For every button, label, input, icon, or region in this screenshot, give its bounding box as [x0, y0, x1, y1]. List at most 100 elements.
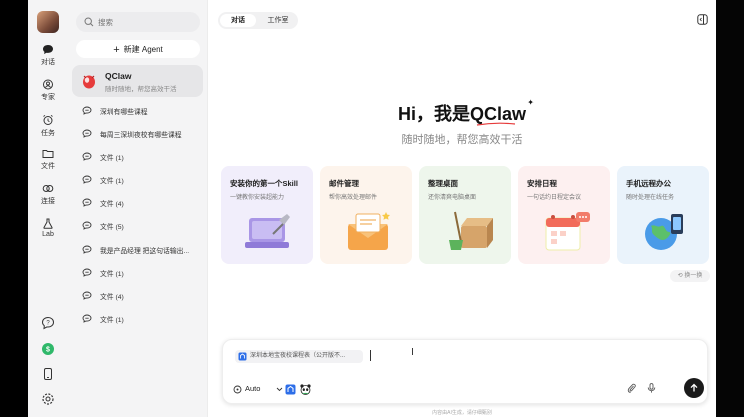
plus-icon: + — [113, 44, 120, 56]
rail-item-connect[interactable]: 连接 — [28, 183, 68, 206]
panda-icon[interactable] — [300, 384, 312, 395]
doc-link-icon — [238, 352, 247, 361]
qclaw-logo-icon — [83, 75, 95, 89]
doc-link-icon[interactable] — [285, 384, 296, 395]
send-button[interactable] — [684, 378, 704, 398]
mouse-ibeam-cursor: Ⅰ — [411, 347, 414, 358]
conversation-item[interactable]: 文件 (5) — [82, 219, 200, 233]
conversation-item[interactable]: 文件 (1) — [82, 173, 200, 187]
message-composer[interactable]: 深圳本地宝夜校课程表（公开版不... Ⅰ Auto — [222, 339, 708, 404]
card-illustration-icon — [645, 214, 683, 250]
conversation-title: 我是产品经理 把这句话输出... — [100, 248, 190, 255]
ai-disclaimer: 内容由AI生成，请仔细甄别 — [432, 410, 492, 416]
rail-item-lab[interactable]: Lab — [28, 218, 68, 238]
rail-item-expert[interactable]: 专家 — [28, 79, 68, 102]
tab-chat[interactable]: 对话 — [220, 14, 256, 27]
conversation-title: 文件 (1) — [100, 155, 124, 162]
chat-bubble-icon — [82, 221, 92, 230]
chat-icon — [43, 45, 53, 54]
refresh-label: 换一换 — [684, 273, 703, 279]
attachment-chip[interactable]: 深圳本地宝夜校课程表（公开版不... — [235, 350, 363, 363]
sparkle-icon: ✦ — [527, 98, 534, 107]
conversation-item[interactable]: 文件 (1) — [82, 312, 200, 326]
rail-item-tasks[interactable]: 任务 — [28, 114, 68, 138]
conversation-title: 文件 (1) — [100, 271, 124, 278]
chat-bubble-icon — [82, 129, 92, 138]
card-title: 手机远程办公 — [626, 179, 671, 188]
hero-title: Hi，我是QClaw ✦ — [208, 98, 716, 126]
conversation-item[interactable]: 文件 (1) — [82, 266, 200, 280]
mode-tabs: 对话 工作室 — [218, 12, 298, 29]
hero-subtitle: 随时随地，帮您高效干活 — [401, 134, 523, 146]
microphone-icon[interactable] — [647, 383, 656, 393]
conversation-item[interactable]: 深圳有哪些课程 — [82, 104, 200, 118]
panel-toggle-icon[interactable] — [697, 14, 708, 25]
rail-item-chat[interactable]: 对话 — [28, 44, 68, 67]
brand-underline-icon — [476, 122, 516, 126]
agent-name: QClaw — [105, 71, 132, 81]
card-illustration-icon — [545, 212, 590, 251]
svg-text:$: $ — [46, 347, 50, 354]
rail-label-expert: 专家 — [41, 94, 55, 101]
chat-bubble-icon — [82, 175, 92, 184]
search-input[interactable] — [98, 15, 194, 29]
conversation-item[interactable]: 文件 (4) — [82, 289, 200, 303]
rail-label-connect: 连接 — [41, 198, 55, 205]
card-desc: 帮你高效处理邮件 — [329, 195, 378, 201]
conversation-title: 文件 (5) — [100, 224, 124, 231]
chat-bubble-icon — [82, 245, 92, 254]
card-desc: 一句话约日程定会议 — [527, 195, 582, 201]
quick-card[interactable]: 安排日程一句话约日程定会议 — [518, 166, 610, 264]
model-label: Auto — [245, 384, 261, 393]
settings-icon[interactable] — [41, 392, 55, 406]
chat-bubble-icon — [82, 106, 92, 115]
conversation-item[interactable]: 文件 (1) — [82, 150, 200, 164]
hero-prefix: Hi，我是 — [397, 104, 470, 124]
link-icon — [42, 185, 54, 192]
conversation-title: 每周三深圳夜校有哪些课程 — [100, 132, 182, 139]
rail-label-lab: Lab — [42, 231, 54, 238]
card-illustration-icon — [245, 214, 290, 248]
chat-bubble-icon — [82, 268, 92, 277]
card-title: 邮件管理 — [329, 179, 359, 188]
conversation-item[interactable]: 我是产品经理 把这句话输出... — [82, 243, 200, 257]
card-desc: 随时处理在线任务 — [626, 195, 675, 201]
attachment-name: 深圳本地宝夜校课程表（公开版不... — [250, 353, 346, 359]
quick-card[interactable]: 安装你的第一个Skill 一键教你安装超能力 — [221, 166, 313, 264]
phone-icon[interactable] — [41, 367, 55, 381]
arrow-up-icon — [690, 383, 698, 392]
quick-card[interactable]: 整理桌面 还你清爽电脑桌面 — [419, 166, 511, 264]
tab-studio[interactable]: 工作室 — [260, 14, 296, 27]
agent-item-qclaw[interactable]: QClaw 随时随地，帮您高效干活 — [72, 65, 203, 97]
rail-item-files[interactable]: 文件 — [28, 148, 68, 171]
text-caret — [370, 350, 371, 361]
card-title: 安装你的第一个Skill — [230, 179, 298, 188]
rail-label-files: 文件 — [41, 163, 55, 170]
card-illustration-icon — [348, 212, 390, 250]
help-icon[interactable]: ? — [41, 316, 55, 330]
refresh-button[interactable]: ⟲ 换一换 — [670, 270, 710, 282]
quick-card[interactable]: 邮件管理帮你高效处理邮件 — [320, 166, 412, 264]
agent-desc: 随时随地，帮您高效干活 — [105, 86, 177, 93]
search-icon — [84, 17, 94, 27]
quick-card[interactable]: 手机远程办公 随时处理在线任务 — [617, 166, 709, 264]
nav-rail: 对话 专家 任务 文件 连接 Lab ? $ — [28, 0, 68, 417]
conversation-title: 文件 (4) — [100, 201, 124, 208]
conversation-item[interactable]: 每周三深圳夜校有哪些课程 — [82, 127, 200, 141]
card-title: 安排日程 — [527, 179, 557, 188]
window-edge — [716, 0, 744, 417]
conversation-title: 深圳有哪些课程 — [100, 109, 148, 116]
expert-icon — [43, 79, 53, 90]
conversation-item[interactable]: 文件 (4) — [82, 196, 200, 210]
folder-icon — [42, 150, 54, 158]
hero-brand: QClaw ✦ — [470, 98, 534, 126]
rail-label-tasks: 任务 — [41, 130, 55, 137]
avatar[interactable] — [37, 11, 59, 33]
flask-icon — [43, 218, 53, 229]
search-box[interactable] — [76, 12, 200, 32]
composer-plugins — [285, 382, 312, 400]
paperclip-icon[interactable] — [627, 383, 636, 393]
new-agent-button[interactable]: + 新建 Agent — [76, 40, 200, 58]
sidebar: +新建 Agent QClaw 随时随地，帮您高效干活 深圳有哪些课程每周三深圳… — [68, 0, 208, 417]
coin-icon[interactable]: $ — [41, 342, 55, 356]
